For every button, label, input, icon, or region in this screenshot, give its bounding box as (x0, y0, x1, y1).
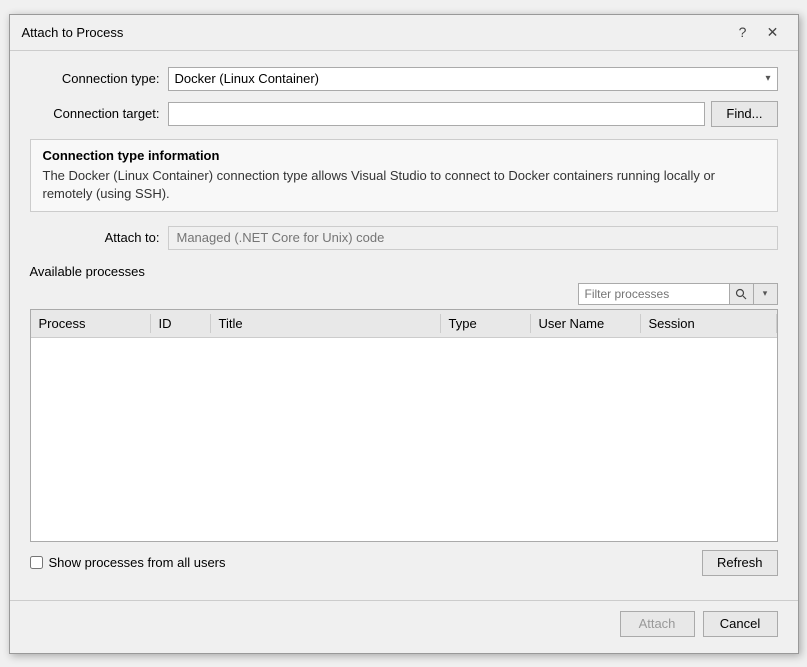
connection-type-dropdown[interactable]: Docker (Linux Container) ▾ (168, 67, 778, 91)
attach-to-process-dialog: Attach to Process ? ✕ Connection type: D… (9, 14, 799, 654)
connection-type-info-section: Connection type information The Docker (… (30, 139, 778, 212)
refresh-button[interactable]: Refresh (702, 550, 778, 576)
title-bar-buttons: ? ✕ (730, 21, 786, 43)
connection-type-value: Docker (Linux Container) (175, 71, 320, 86)
table-header: Process ID Title Type User Name Session (31, 310, 777, 338)
search-icon (735, 288, 747, 300)
dialog-content: Connection type: Docker (Linux Container… (10, 51, 798, 592)
attach-to-row: Attach to: (30, 226, 778, 250)
connection-type-arrow-icon: ▾ (765, 73, 770, 84)
connection-target-row: Connection target: Find... (30, 101, 778, 127)
connection-target-control-wrap: Find... (168, 101, 778, 127)
title-bar: Attach to Process ? ✕ (10, 15, 798, 51)
table-body (31, 338, 777, 518)
available-processes-label: Available processes (30, 264, 778, 279)
column-header-username: User Name (531, 314, 641, 333)
column-header-session: Session (641, 314, 777, 333)
attach-to-input[interactable] (168, 226, 778, 250)
filter-row: ▾ (30, 283, 778, 305)
filter-processes-input[interactable] (579, 284, 729, 304)
connection-type-control-wrap: Docker (Linux Container) ▾ (168, 67, 778, 91)
connection-type-label: Connection type: (30, 71, 160, 86)
connection-target-label: Connection target: (30, 106, 160, 121)
info-section-title: Connection type information (43, 148, 765, 163)
column-header-id: ID (151, 314, 211, 333)
column-header-process: Process (31, 314, 151, 333)
cancel-button[interactable]: Cancel (703, 611, 778, 637)
bottom-row: Show processes from all users Refresh (30, 550, 778, 576)
filter-search-button[interactable] (729, 284, 753, 304)
column-header-type: Type (441, 314, 531, 333)
column-header-title: Title (211, 314, 441, 333)
connection-type-row: Connection type: Docker (Linux Container… (30, 67, 778, 91)
connection-target-input[interactable] (168, 102, 706, 126)
help-button[interactable]: ? (730, 21, 756, 43)
info-section-text: The Docker (Linux Container) connection … (43, 167, 765, 203)
processes-section: Available processes ▾ Proce (30, 260, 778, 576)
attach-button[interactable]: Attach (620, 611, 695, 637)
close-button[interactable]: ✕ (760, 21, 786, 43)
show-all-users-label[interactable]: Show processes from all users (49, 555, 226, 570)
find-button[interactable]: Find... (711, 101, 777, 127)
show-all-users-wrap: Show processes from all users (30, 555, 226, 570)
dialog-title: Attach to Process (22, 25, 124, 40)
title-bar-left: Attach to Process (22, 25, 124, 40)
filter-dropdown-button[interactable]: ▾ (753, 284, 777, 304)
show-all-users-checkbox[interactable] (30, 556, 43, 569)
filter-input-wrap: ▾ (578, 283, 778, 305)
process-table: Process ID Title Type User Name Session (30, 309, 778, 542)
attach-to-label: Attach to: (30, 230, 160, 245)
dialog-footer: Attach Cancel (10, 600, 798, 653)
